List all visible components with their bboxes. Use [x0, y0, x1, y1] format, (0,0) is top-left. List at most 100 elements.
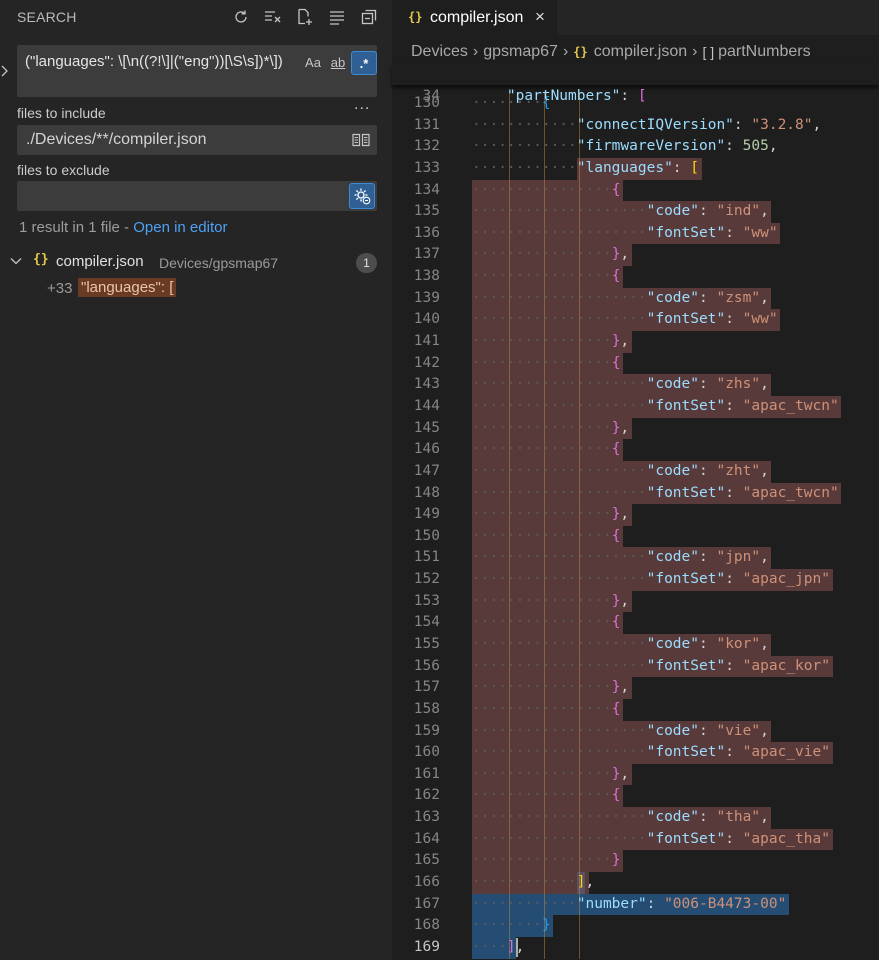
- code-line[interactable]: 157 ················},: [392, 677, 879, 699]
- code-line[interactable]: 142 ················{: [392, 352, 879, 375]
- breadcrumb-gpsmap67[interactable]: gpsmap67: [483, 43, 558, 61]
- code-token: :: [699, 549, 717, 566]
- line-number: 152: [413, 571, 440, 588]
- code-line[interactable]: 146 ················{: [392, 439, 879, 461]
- code-line[interactable]: 152 ····················"fontSet": "apac_…: [392, 569, 879, 591]
- code-line[interactable]: 137 ················},: [392, 244, 879, 267]
- indent-whitespace: ····················: [472, 722, 647, 739]
- line-number: 156: [413, 657, 440, 674]
- breadcrumb: Devices › gpsmap67 › {} compiler.json › …: [411, 42, 811, 62]
- chevron-down-icon[interactable]: [9, 254, 23, 272]
- files-to-include-input[interactable]: ./Devices/**/compiler.json: [17, 125, 377, 155]
- line-number: 140: [413, 311, 440, 328]
- code-line[interactable]: 138 ················{: [392, 266, 879, 288]
- breadcrumb-devices[interactable]: Devices: [411, 43, 468, 61]
- result-file-row[interactable]: {} compiler.json Devices/gpsmap67 1: [0, 251, 392, 273]
- code-token: ,: [620, 419, 630, 436]
- view-as-tree-icon[interactable]: [324, 6, 350, 28]
- code-line[interactable]: 162 ················{: [392, 785, 879, 808]
- code-line[interactable]: 161 ················},: [392, 763, 879, 786]
- search-input[interactable]: ("languages": \[\n((?!\]|("eng"))[\S\s])…: [17, 45, 377, 97]
- code-line[interactable]: 135 ····················"code": "ind",: [392, 201, 879, 223]
- code-token: "apac_kor": [742, 657, 830, 674]
- code-line[interactable]: 131 ············"connectIQVersion": "3.2.…: [392, 115, 879, 137]
- code-token: "ww": [742, 311, 778, 328]
- code-line[interactable]: 167 ············"number": "006-B4473-00": [392, 893, 879, 916]
- chevron-right-icon: ›: [562, 43, 569, 60]
- code-line[interactable]: 155 ····················"code": "kor",: [392, 634, 879, 656]
- code-line[interactable]: 158 ················{: [392, 698, 879, 721]
- code-line[interactable]: 164 ····················"fontSet": "apac_…: [392, 828, 879, 851]
- use-exclude-settings-icon[interactable]: [349, 183, 375, 209]
- code-line[interactable]: 168 ········}: [392, 915, 879, 937]
- indent-whitespace: ················: [472, 181, 612, 198]
- code-line[interactable]: 145 ················},: [392, 417, 879, 440]
- code-token: "number": [576, 895, 647, 912]
- indent-whitespace: ················: [472, 679, 612, 696]
- indent-whitespace: ····················: [472, 311, 647, 328]
- code-line[interactable]: 147 ····················"code": "zht",: [392, 460, 879, 483]
- code-lines[interactable]: 130········{131············"connectIQVer…: [392, 63, 879, 960]
- clear-results-icon[interactable]: [260, 6, 286, 28]
- line-number: 132: [413, 138, 440, 155]
- indent-whitespace: ····················: [472, 830, 647, 847]
- code-token: "code": [646, 636, 699, 652]
- tab-label: compiler.json: [430, 9, 524, 26]
- code-line[interactable]: 153 ················},: [392, 590, 879, 613]
- code-line[interactable]: 165 ················}: [392, 850, 879, 873]
- code-text: ················},: [472, 591, 629, 613]
- search-open-editors-icon[interactable]: [351, 130, 371, 150]
- indent-whitespace: ····················: [472, 809, 647, 826]
- code-line[interactable]: 132 ············"firmwareVersion": 505,: [392, 136, 879, 158]
- match-case-toggle[interactable]: Aa: [301, 51, 325, 73]
- code-line[interactable]: 149 ················},: [392, 504, 879, 526]
- code-text: ················{: [472, 180, 620, 202]
- line-number: 135: [413, 203, 440, 220]
- indent-whitespace: ············: [472, 116, 577, 133]
- code-line[interactable]: 159 ····················"code": "vie",: [392, 720, 879, 743]
- code-line[interactable]: 169 ····],: [392, 936, 879, 959]
- code-line[interactable]: 143 ····················"code": "zhs",: [392, 374, 879, 396]
- use-regex-toggle[interactable]: .*: [351, 51, 377, 75]
- breadcrumb-partnumbers[interactable]: partNumbers: [718, 43, 810, 61]
- refresh-icon[interactable]: [228, 6, 254, 28]
- indent-whitespace: ················: [472, 506, 612, 523]
- code-line[interactable]: 150 ················{: [392, 525, 879, 548]
- code-line[interactable]: 160 ····················"fontSet": "apac_…: [392, 742, 879, 764]
- collapse-all-icon[interactable]: [356, 6, 382, 28]
- files-to-exclude-input[interactable]: [17, 181, 377, 211]
- code-line[interactable]: 163 ····················"code": "tha",: [392, 807, 879, 829]
- code-line[interactable]: 144 ····················"fontSet": "apac_…: [392, 395, 879, 418]
- close-icon[interactable]: ×: [535, 7, 545, 27]
- result-file-path: Devices/gpsmap67: [159, 255, 279, 271]
- code-token: {: [611, 527, 621, 544]
- open-in-editor-link[interactable]: Open in editor: [133, 219, 227, 236]
- result-match-row[interactable]: +33 "languages": [: [0, 278, 392, 300]
- line-number: 34: [422, 88, 440, 104]
- breadcrumb-compiler-json[interactable]: compiler.json: [594, 43, 687, 61]
- code-line[interactable]: 156 ····················"fontSet": "apac_…: [392, 655, 879, 678]
- code-line[interactable]: 136 ····················"fontSet": "ww": [392, 222, 879, 245]
- code-line[interactable]: 133 ············"languages": [: [392, 157, 879, 180]
- indent-whitespace: ····················: [472, 571, 647, 588]
- code-line[interactable]: 140 ····················"fontSet": "ww": [392, 309, 879, 332]
- toggle-search-details-button[interactable]: ...: [354, 96, 370, 114]
- code-line[interactable]: 148 ····················"fontSet": "apac_…: [392, 482, 879, 505]
- code-line[interactable]: 141 ················},: [392, 331, 879, 353]
- indent-whitespace: ············: [472, 874, 577, 891]
- code-line[interactable]: 139 ····················"code": "zsm",: [392, 287, 879, 310]
- new-search-editor-icon[interactable]: [292, 6, 318, 28]
- code-line[interactable]: 154 ················{: [392, 612, 879, 634]
- sticky-scroll-line[interactable]: 34 "partNumbers": [: [392, 63, 879, 104]
- match-whole-word-toggle[interactable]: ab: [326, 51, 350, 73]
- code-line[interactable]: 151 ····················"code": "jpn",: [392, 547, 879, 570]
- indent-whitespace: ················: [472, 614, 612, 631]
- code-text: ····················"code": "kor",: [472, 634, 769, 656]
- tab-compiler-json[interactable]: {} compiler.json ×: [392, 0, 557, 36]
- toggle-replace-chevron-icon[interactable]: [0, 62, 10, 82]
- result-file-name: compiler.json: [56, 253, 144, 270]
- code-line[interactable]: 134 ················{: [392, 179, 879, 202]
- indent-whitespace: ····················: [472, 636, 647, 652]
- line-number: 153: [413, 592, 440, 609]
- code-line[interactable]: 166 ············],: [392, 872, 879, 894]
